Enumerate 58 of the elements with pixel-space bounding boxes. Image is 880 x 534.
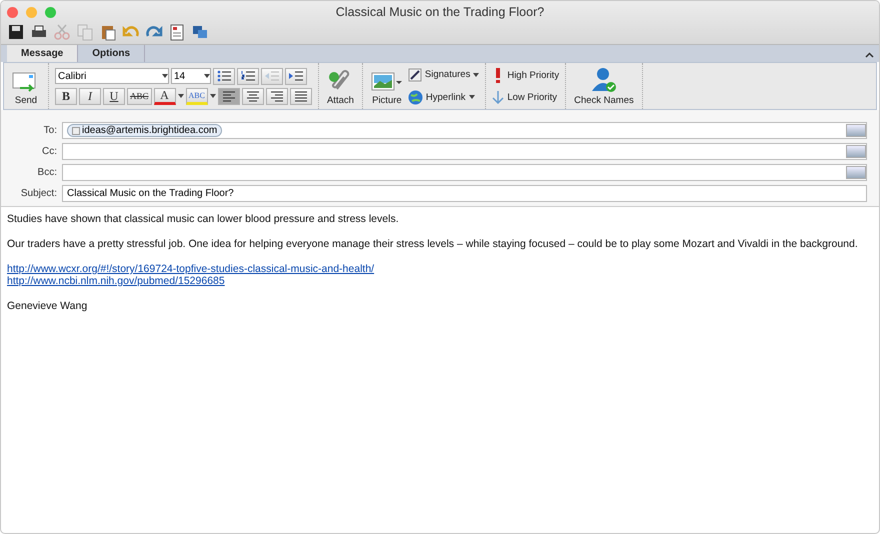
caret-icon xyxy=(468,95,475,99)
align-right-button[interactable] xyxy=(266,88,288,104)
attach-button[interactable]: Attach xyxy=(324,64,356,108)
align-center-button[interactable] xyxy=(242,88,264,104)
collapse-icon[interactable] xyxy=(865,52,874,58)
body-paragraph: Genevieve Wang xyxy=(7,300,88,312)
ribbon-tab[interactable]: Message xyxy=(7,45,78,62)
send-button[interactable]: Send xyxy=(10,64,42,108)
highlight-button[interactable]: ABC xyxy=(186,88,208,104)
field-label: Subject: xyxy=(20,188,57,199)
align-justify-button[interactable] xyxy=(290,88,312,104)
low-priority-button[interactable]: Low Priority xyxy=(492,91,560,104)
check-names-button[interactable]: Check Names xyxy=(572,64,636,108)
picture-button[interactable]: Picture xyxy=(368,64,405,108)
high-priority-button[interactable]: High Priority xyxy=(492,68,560,83)
caret-icon xyxy=(178,94,184,98)
address-field[interactable] xyxy=(62,143,867,160)
address-field[interactable] xyxy=(62,164,867,181)
pen-icon xyxy=(408,68,422,82)
caret-icon xyxy=(162,74,168,78)
link[interactable]: http://www.ncbi.nlm.nih.gov/pubmed/15296685 xyxy=(7,275,873,287)
subject-field[interactable]: Classical Music on the Trading Floor? xyxy=(62,185,867,202)
font-dropdown[interactable]: Calibri xyxy=(55,68,169,84)
caret-icon xyxy=(210,94,216,98)
globe-icon xyxy=(408,90,423,104)
contact-icon xyxy=(72,126,80,134)
close-button[interactable] xyxy=(7,6,18,18)
italic-button[interactable]: I xyxy=(79,88,101,104)
body-paragraph: Studies have shown that classical music can lower blood pressure and stress levels. xyxy=(7,213,400,225)
font-color-button[interactable]: A xyxy=(154,88,176,104)
field-label: Bcc: xyxy=(36,167,57,178)
field-label: To: xyxy=(42,125,57,136)
numbers-button[interactable] xyxy=(237,68,259,84)
bullets-button[interactable] xyxy=(213,68,235,84)
caret-icon xyxy=(204,74,210,78)
signatures-button[interactable]: Signatures xyxy=(408,68,480,82)
caret-icon xyxy=(473,72,480,76)
strike-button[interactable]: ABC xyxy=(127,88,152,104)
hyperlink-button[interactable]: Hyperlink xyxy=(408,90,480,104)
bullets-icon xyxy=(216,68,232,84)
field-label: Cc: xyxy=(41,146,57,157)
body-paragraph: Our traders have a pretty stressful job. One idea for helping everyone manage their stress levels – while staying focused – could be to play some Mozart and Vivaldi in the background. xyxy=(7,238,859,250)
picture-icon xyxy=(370,71,403,93)
indent-button[interactable] xyxy=(285,68,307,84)
link[interactable]: http://www.wcxr.org/#!/story/169724-topfive-studies-classical-music-and-health/ xyxy=(7,263,873,275)
template-icon[interactable] xyxy=(168,23,186,41)
align-left-button[interactable] xyxy=(218,88,240,104)
window-title: Classical Music on the Trading Floor? xyxy=(334,5,546,19)
save-icon[interactable] xyxy=(7,23,25,41)
person-icon xyxy=(590,67,617,93)
font-size-dropdown[interactable]: 14 xyxy=(171,68,211,84)
down-arrow-icon xyxy=(492,91,504,104)
address-field[interactable]: ideas@artemis.brightidea.com xyxy=(62,122,867,139)
underline-button[interactable]: U xyxy=(103,88,125,104)
paste-icon[interactable] xyxy=(99,23,117,41)
media-icon[interactable] xyxy=(191,23,209,41)
bold-button[interactable]: B xyxy=(55,88,77,104)
recipient-chip[interactable]: ideas@artemis.brightidea.com xyxy=(67,124,222,137)
